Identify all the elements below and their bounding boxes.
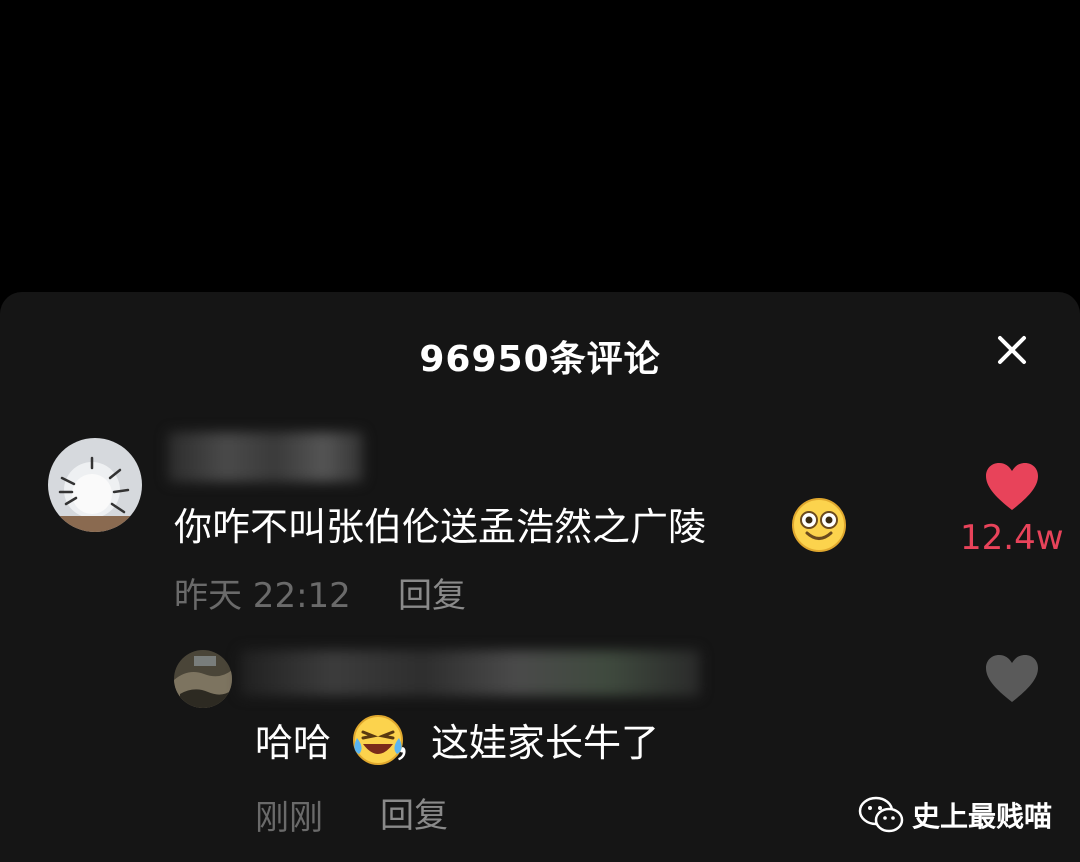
comment-text: 你咋不叫张伯伦送孟浩然之广陵	[174, 505, 707, 549]
reply-button[interactable]: 回复	[380, 788, 448, 837]
reply-button[interactable]: 回复	[398, 568, 466, 617]
watermark: 史上最贱喵	[858, 795, 1052, 835]
avatar[interactable]	[48, 438, 142, 532]
smiling-face-icon	[792, 498, 846, 552]
wechat-icon	[858, 796, 904, 833]
tears-of-joy-face-icon	[353, 715, 403, 765]
avatar[interactable]	[174, 650, 232, 708]
username-blurred[interactable]	[240, 650, 700, 696]
heart-icon[interactable]	[984, 462, 1040, 512]
comment-count-title: 96950条评论	[419, 339, 661, 380]
close-icon[interactable]	[988, 326, 1036, 374]
reply-text: 哈哈 ，这娃家长牛了	[255, 712, 659, 767]
heart-icon[interactable]	[984, 654, 1040, 704]
reply-text-after: ，这娃家长牛了	[393, 721, 660, 765]
like-count: 12.4w	[960, 518, 1064, 558]
reply-text-before: 哈哈	[255, 721, 332, 765]
watermark-text: 史上最贱喵	[912, 800, 1053, 833]
reply-timestamp: 刚刚	[255, 798, 323, 838]
comment-timestamp: 昨天 22:12	[174, 576, 351, 616]
username-blurred[interactable]	[168, 432, 363, 482]
